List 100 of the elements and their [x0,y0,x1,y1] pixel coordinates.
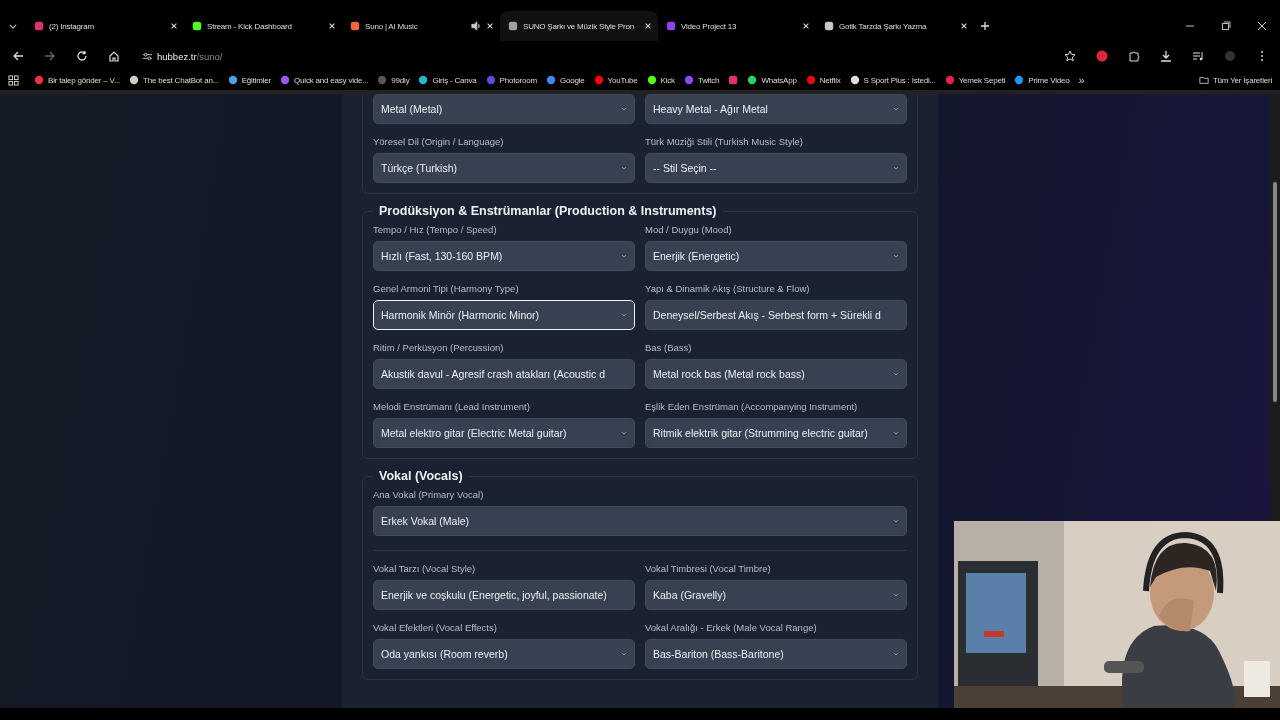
bookmark-item[interactable]: Bir talep gönder – V... [34,75,121,85]
bookmark-label: Prime Video [1028,75,1070,85]
close-icon[interactable] [802,22,810,30]
speaker-icon[interactable] [471,21,481,31]
favicon-icon [227,75,238,85]
bookmark-item[interactable]: Kick [646,75,675,85]
bookmark-item[interactable]: Photoroom [485,75,537,85]
bookmark-label: S Sport Plus : İstedi... [863,75,936,85]
dropdown[interactable]: Enerjik (Energetic) [645,241,907,271]
dropdown[interactable]: Metal elektro gitar (Electric Metal guitar) [373,418,635,448]
dropdown[interactable]: Bas-Bariton (Bass-Baritone) [645,639,907,669]
bookmark-label: Bir talep gönder – V... [48,75,121,85]
bookmark-item[interactable]: Prime Video [1014,75,1070,85]
close-icon[interactable] [644,22,652,30]
bookmarks-overflow[interactable]: » [1078,74,1085,86]
caret-icon [893,593,899,597]
close-icon[interactable] [170,22,178,30]
favicon-icon [824,21,834,31]
dropdown[interactable]: Oda yankısı (Room reverb) [373,639,635,669]
dropdown[interactable]: Kaba (Gravelly) [645,580,907,610]
field-label: Vokal Timbresi (Vocal Timbre) [645,563,772,574]
favicon-icon [683,75,694,85]
bookmark-item[interactable]: Netflix [805,75,841,85]
folder-icon [1198,75,1209,85]
bookmark-item[interactable]: Yemek Sepeti [944,75,1006,85]
bookmark-item[interactable]: S Sport Plus : İstedi... [849,75,936,85]
new-tab-icon[interactable] [980,21,990,31]
caret-icon [621,431,627,435]
bookmark-label: Google [559,75,585,85]
dropdown[interactable]: Ritmik elektrik gitar (Strumming electric guitar) [645,418,907,448]
browser-tab[interactable]: Suno | AI Music [342,11,500,41]
field-label: Vokal Efektleri (Vocal Effects) [373,622,498,633]
dropdown[interactable]: Erkek Vokal (Male) [373,506,907,536]
bookmark-item[interactable]: Eğitimler [227,75,272,85]
bookmark-item[interactable]: Twitch [683,75,720,85]
bookmark-item[interactable]: WhatsApp [747,75,797,85]
forward-icon[interactable] [44,50,56,62]
close-icon[interactable] [960,22,968,30]
apps-grid-icon[interactable] [8,74,19,86]
download-icon[interactable] [1160,50,1172,62]
favicon-icon [1014,75,1025,85]
restore-icon[interactable] [1221,21,1231,31]
close-icon[interactable] [486,22,494,30]
dropdown[interactable]: -- Stil Seçin -- [645,153,907,183]
favicon-icon [666,21,676,31]
browser-tab[interactable]: (2) Instagram [26,11,184,41]
close-icon[interactable] [1257,21,1267,31]
dropdown[interactable]: Heavy Metal - Ağır Metal [645,94,907,124]
all-bookmarks-button[interactable]: Tüm Yer İşaretleri [1198,75,1272,85]
text-field[interactable]: Deneysel/Serbest Akış - Serbest form + Sürekli d [645,300,907,330]
caret-icon [893,652,899,656]
favicon-icon [508,21,518,31]
caret-icon [893,254,899,258]
bookmark-label: Photoroom [499,75,537,85]
field-label: Melodi Enstrümanı (Lead Instrument) [373,401,531,412]
field-label: Türk Müziği Stili (Turkish Music Style) [645,136,804,147]
bookmark-item[interactable]: 99diy [377,75,410,85]
favicon-icon [485,75,496,85]
scrollbar[interactable] [1270,94,1280,521]
favicon-icon [129,75,140,85]
puzzle-icon[interactable] [1128,50,1140,62]
home-icon[interactable] [108,50,120,62]
bookmark-label: Giriş - Canva [432,75,477,85]
favicon-icon [350,21,360,31]
star-icon[interactable] [1064,50,1076,62]
bookmark-item[interactable]: Google [545,75,585,85]
browser-tab[interactable]: Video Project 13 [658,11,816,41]
bookmark-item[interactable]: Giriş - Canva [418,75,477,85]
field-label: Genel Armoni Tipi (Harmony Type) [373,283,520,294]
browser-tab[interactable]: Stream - Kick Dashboard [184,11,342,41]
favicon-icon [280,75,291,85]
reload-icon[interactable] [76,50,88,62]
favicon-icon [944,75,955,85]
tab-list-icon[interactable] [9,23,17,29]
dropdown[interactable]: Türkçe (Turkish) [373,153,635,183]
bookmark-item[interactable]: YouTube [593,75,638,85]
text-field[interactable]: Enerjik ve coşkulu (Energetic, joyful, passionate) [373,580,635,610]
favicon-icon [849,75,860,85]
section-title: Vokal (Vocals) [378,469,464,483]
field-label: Yöresel Dil (Origin / Language) [373,136,505,147]
dropdown[interactable]: Metal (Metal) [373,94,635,124]
browser-tab[interactable]: Gotik Tarzda Şarkı Yazma [816,11,974,41]
extension-badge-icon[interactable] [1096,50,1108,62]
browser-tab[interactable]: SUNO Şarkı ve Müzik Style Pron [500,11,658,41]
bookmark-item[interactable]: Quick and easy vide... [280,75,369,85]
favicon-icon [34,21,44,31]
close-icon[interactable] [328,22,336,30]
address-bar[interactable]: hubbez.tr/suno/ [142,50,223,62]
favicon-icon [377,75,388,85]
media-queue-icon[interactable] [1192,50,1204,62]
text-field[interactable]: Akustik davul - Agresif crash atakları (Acoustic d [373,359,635,389]
favicon-icon [646,75,657,85]
dropdown[interactable]: Harmonik Minör (Harmonic Minor) [373,300,635,330]
dropdown[interactable]: Hızlı (Fast, 130-160 BPM) [373,241,635,271]
back-icon[interactable] [12,50,24,62]
bookmark-item[interactable]: The best ChatBot an... [129,75,219,85]
caret-icon [893,431,899,435]
bookmark-icon[interactable] [728,75,739,85]
site-settings-icon[interactable] [142,50,153,62]
dropdown[interactable]: Metal rock bas (Metal rock bass) [645,359,907,389]
